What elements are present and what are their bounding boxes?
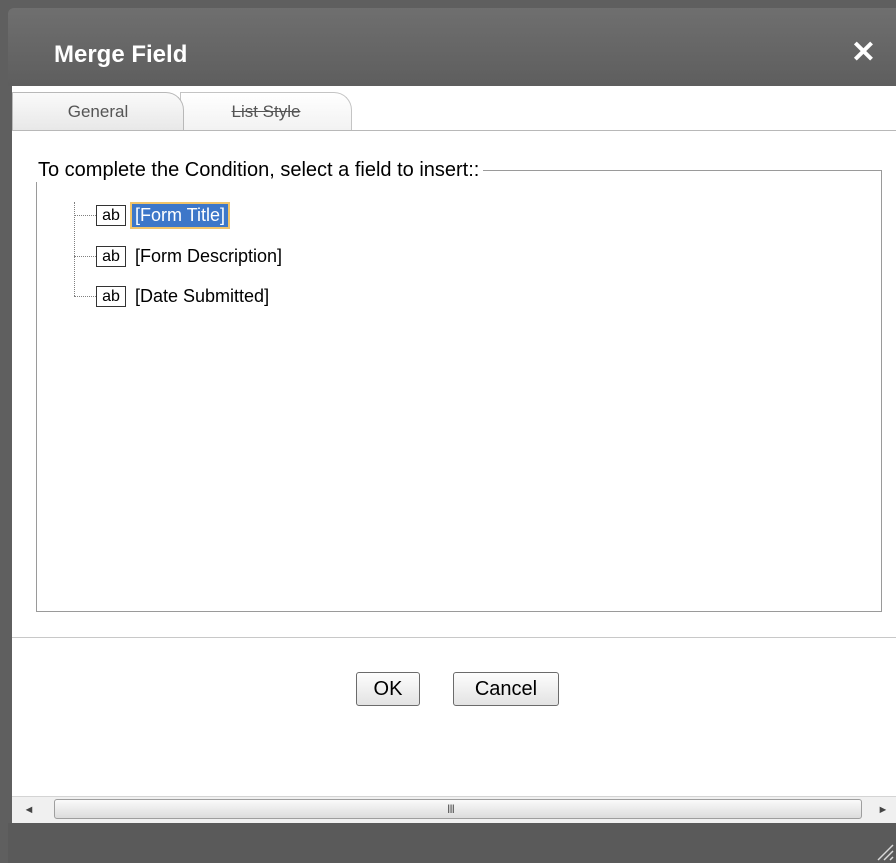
dialog-title: Merge Field	[54, 41, 188, 68]
divider	[12, 637, 896, 638]
tab-list-style[interactable]: List Style	[180, 92, 352, 130]
scrollbar-thumb[interactable]: III	[54, 799, 862, 819]
text-field-icon: ab	[96, 285, 126, 307]
ok-button[interactable]: OK	[356, 672, 420, 706]
resize-grip-icon[interactable]	[872, 839, 894, 861]
tree-connector	[74, 256, 96, 257]
cancel-button[interactable]: Cancel	[453, 672, 559, 706]
tree-item-form-title[interactable]: ab [Form Title]	[96, 201, 231, 229]
tree-connector	[74, 202, 75, 296]
merge-field-dialog: Merge Field ✕ List Style General To comp…	[0, 0, 896, 863]
scroll-right-icon[interactable]: ►	[870, 797, 896, 823]
tree-item-label[interactable]: [Form Title]	[129, 201, 231, 229]
tab-general[interactable]: General	[12, 92, 184, 130]
dialog-footer	[8, 823, 896, 863]
tree-item-label[interactable]: [Date Submitted]	[132, 285, 272, 308]
tree-connector	[74, 296, 96, 297]
tree-item-date-submitted[interactable]: ab [Date Submitted]	[96, 283, 272, 309]
dialog-content: List Style General To complete the Condi…	[12, 86, 896, 802]
close-icon[interactable]: ✕	[851, 38, 876, 68]
horizontal-scrollbar[interactable]: ◄ III ►	[12, 796, 896, 823]
scrollbar-grip: III	[447, 802, 455, 816]
tree-item-label[interactable]: [Form Description]	[132, 245, 285, 268]
tree-item-form-description[interactable]: ab [Form Description]	[96, 243, 285, 269]
tab-strip: List Style General	[12, 86, 896, 131]
scroll-left-icon[interactable]: ◄	[16, 797, 42, 823]
field-selector-legend: To complete the Condition, select a fiel…	[34, 159, 484, 182]
tree-connector	[74, 215, 96, 216]
field-tree: ab [Form Title] ab [Form Description] ab…	[68, 201, 468, 312]
text-field-icon: ab	[96, 245, 126, 267]
titlebar[interactable]: Merge Field ✕	[8, 8, 896, 86]
text-field-icon: ab	[96, 204, 126, 226]
